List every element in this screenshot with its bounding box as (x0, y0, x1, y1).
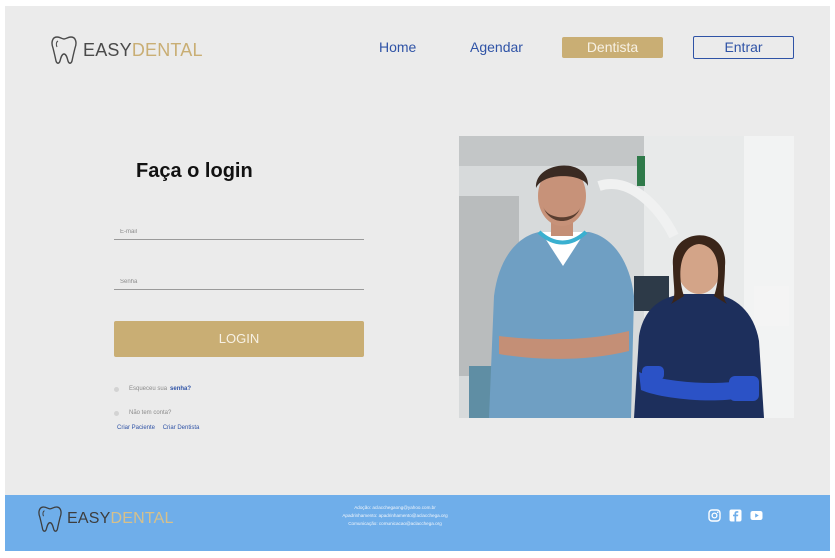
login-button[interactable]: LOGIN (114, 321, 364, 357)
dentists-photo (459, 136, 794, 418)
header-logo[interactable]: EASYDENTAL (51, 35, 203, 65)
social-icons (708, 509, 763, 522)
dentista-button[interactable]: Dentista (562, 37, 663, 58)
youtube-icon[interactable] (750, 509, 763, 522)
footer-logo-text-easy: EASY (67, 510, 111, 527)
forgot-password-line: Esqueceu sua senha? (114, 386, 191, 392)
contact-apadrinhamento: Apadrinhamento: apadrinhamento@aclaccheg… (342, 513, 448, 518)
footer-logo-text-dental: DENTAL (110, 510, 174, 527)
footer: EASYDENTAL Adoção: aclacchegaong@yahoo.c… (5, 495, 830, 551)
create-account-links: Criar Paciente Criar Dentista (117, 425, 205, 431)
tooth-icon (38, 506, 62, 532)
facebook-icon[interactable] (729, 509, 742, 522)
password-field[interactable] (114, 274, 364, 290)
bullet-dot (114, 386, 119, 392)
forgot-text: Esqueceu sua (129, 386, 168, 392)
forgot-password-link[interactable]: senha? (170, 386, 191, 392)
bullet-dot (114, 410, 119, 416)
no-account-text: Não tem conta? (129, 410, 172, 416)
contact-adocao: Adoção: aclacchegaong@yahoo.com.br (354, 505, 436, 510)
create-patient-link[interactable]: Criar Paciente (117, 425, 155, 431)
contact-comunicacao: Comunicação: comunicacao@aclacchega.org (348, 521, 442, 526)
page-frame: EASYDENTAL Home Agendar Dentista Entrar … (5, 6, 830, 551)
nav-home-link[interactable]: Home (379, 39, 416, 55)
login-title: Faça o login (136, 160, 253, 182)
no-account-line: Não tem conta? (114, 410, 171, 416)
logo-text-dental: DENTAL (131, 39, 203, 60)
tooth-icon (51, 36, 77, 64)
entrar-button[interactable]: Entrar (693, 36, 794, 59)
create-dentist-link[interactable]: Criar Dentista (163, 425, 200, 431)
logo-text-easy: EASY (83, 39, 132, 60)
nav-agendar-link[interactable]: Agendar (470, 39, 523, 55)
email-field[interactable] (114, 224, 364, 240)
footer-logo-text: EASYDENTAL (67, 510, 174, 528)
logo-text: EASYDENTAL (83, 40, 203, 61)
footer-logo[interactable]: EASYDENTAL (38, 505, 174, 533)
instagram-icon[interactable] (708, 509, 721, 522)
footer-contacts: Adoção: aclacchegaong@yahoo.com.br Apadr… (325, 504, 465, 528)
